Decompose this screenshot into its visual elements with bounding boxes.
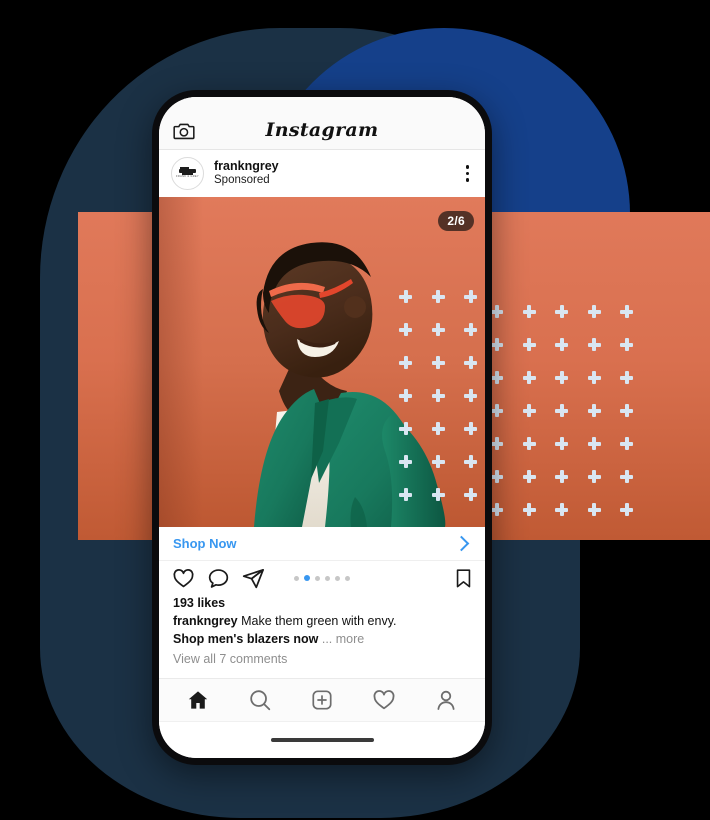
carousel-dot[interactable] <box>303 574 311 582</box>
more-options-icon[interactable] <box>465 165 473 182</box>
plus-pattern-overlay <box>399 290 485 525</box>
shop-now-cta[interactable]: Shop Now <box>159 527 485 561</box>
search-icon[interactable] <box>248 688 272 712</box>
caption-line-2: Shop men's blazers now ... more <box>173 631 471 649</box>
home-indicator-area <box>159 722 485 758</box>
carousel-dot[interactable] <box>325 575 331 581</box>
caption-text-1: Make them green with envy. <box>241 614 397 628</box>
post-action-row <box>159 561 485 595</box>
brand-logo-icon <box>179 167 196 175</box>
plus-icon <box>399 389 412 402</box>
plus-icon <box>464 323 477 336</box>
carousel-counter-badge: 2/6 <box>438 211 474 231</box>
post-author-block: frankngrey Sponsored <box>214 159 279 187</box>
plus-icon <box>464 488 477 501</box>
plus-icon <box>399 356 412 369</box>
carousel-dot[interactable] <box>345 575 351 581</box>
plus-icon <box>464 455 477 468</box>
plus-icon <box>464 290 477 303</box>
post-header: FRANK & GREY frankngrey Sponsored <box>159 150 485 197</box>
brand-logo-text: FRANK & GREY <box>176 175 199 178</box>
profile-icon[interactable] <box>434 688 458 712</box>
scene-root: Instagram FRANK & GREY frankngrey Sponso… <box>0 0 710 820</box>
plus-icon <box>431 455 445 468</box>
add-post-icon[interactable] <box>310 688 334 712</box>
post-username[interactable]: frankngrey <box>214 159 279 174</box>
post-media[interactable]: 2/6 <box>159 197 485 527</box>
carousel-indicator <box>159 574 485 582</box>
post-caption-block: 193 likes frankngrey Make them green wit… <box>159 595 485 678</box>
caption-more-link[interactable]: more <box>336 632 364 646</box>
carousel-dot[interactable] <box>315 575 321 581</box>
plus-icon <box>431 356 445 369</box>
plus-icon <box>464 356 477 369</box>
plus-icon <box>431 389 445 402</box>
plus-icon <box>399 422 412 435</box>
plus-icon <box>464 389 477 402</box>
instagram-wordmark: Instagram <box>265 119 379 141</box>
plus-icon <box>431 488 445 501</box>
chevron-right-icon <box>453 535 470 552</box>
plus-icon <box>464 422 477 435</box>
plus-icon <box>399 488 412 501</box>
activity-heart-icon[interactable] <box>372 688 396 712</box>
phone-device: Instagram FRANK & GREY frankngrey Sponso… <box>152 90 492 765</box>
caption-ellipsis: ... <box>321 631 333 646</box>
plus-icon <box>431 323 445 336</box>
home-indicator-bar <box>270 737 374 743</box>
avatar[interactable]: FRANK & GREY <box>171 157 204 190</box>
plus-icon <box>431 422 445 435</box>
caption-author[interactable]: frankngrey <box>173 614 238 628</box>
caption-line-1: frankngrey Make them green with envy. <box>173 613 471 631</box>
carousel-dot[interactable] <box>293 575 299 581</box>
shop-now-label: Shop Now <box>173 536 237 551</box>
plus-icon <box>431 290 445 303</box>
phone-screen: Instagram FRANK & GREY frankngrey Sponso… <box>159 97 485 758</box>
caption-text-2: Shop men's blazers now <box>173 631 319 646</box>
post-sponsored-label: Sponsored <box>214 174 270 187</box>
home-icon[interactable] <box>186 688 210 712</box>
carousel-dot[interactable] <box>335 575 341 581</box>
instagram-top-bar: Instagram <box>159 97 485 150</box>
bottom-navigation-bar <box>159 678 485 722</box>
plus-icon <box>399 455 412 468</box>
like-count[interactable]: 193 likes <box>173 596 471 610</box>
plus-icon <box>399 323 412 336</box>
view-comments-link[interactable]: View all 7 comments <box>173 652 471 666</box>
plus-icon <box>399 290 412 303</box>
